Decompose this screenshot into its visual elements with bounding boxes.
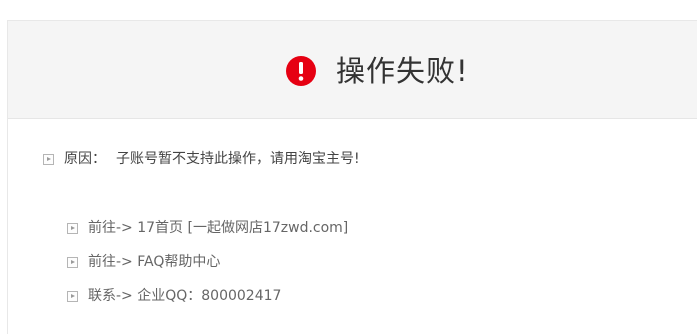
link-homepage-text[interactable]: 前往-> 17首页 [一起做网店17zwd.com] — [88, 219, 348, 237]
error-header: 操作失败! — [8, 21, 697, 119]
play-square-icon — [67, 256, 78, 268]
page-title: 操作失败! — [336, 54, 469, 88]
link-faq-text[interactable]: 前往-> FAQ帮助中心 — [88, 253, 220, 271]
error-panel: 操作失败! 原因： 子账号暂不支持此操作，请用淘宝主号! 前往-> 17首页 [… — [7, 20, 697, 334]
link-contact-qq[interactable]: 联系-> 企业QQ：800002417 — [67, 287, 281, 305]
play-square-icon — [43, 153, 54, 165]
alert-circle-icon — [286, 56, 316, 86]
link-contact-qq-text[interactable]: 联系-> 企业QQ：800002417 — [88, 287, 281, 305]
play-square-icon — [67, 222, 78, 234]
title-wrap: 操作失败! — [286, 51, 469, 91]
link-homepage[interactable]: 前往-> 17首页 [一起做网店17zwd.com] — [67, 219, 348, 237]
reason-label: 原因： — [64, 151, 106, 167]
link-faq[interactable]: 前往-> FAQ帮助中心 — [67, 253, 220, 271]
play-square-icon — [67, 290, 78, 302]
reason-row: 原因： 子账号暂不支持此操作，请用淘宝主号! — [43, 150, 360, 168]
reason-text: 子账号暂不支持此操作，请用淘宝主号! — [116, 151, 360, 167]
